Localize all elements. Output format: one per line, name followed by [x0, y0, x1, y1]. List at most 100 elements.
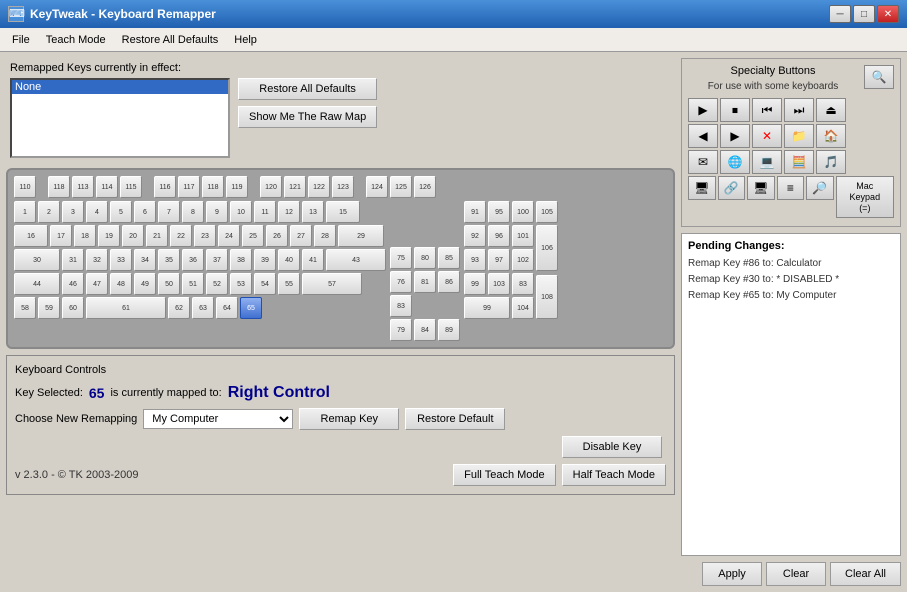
key-nav-84[interactable]: 84 — [414, 319, 436, 341]
key-3[interactable]: 3 — [62, 201, 84, 223]
spec-btn-monitor[interactable]: 🖥 — [688, 176, 716, 200]
key-119[interactable]: 119 — [226, 176, 248, 198]
key-58[interactable]: 58 — [14, 297, 36, 319]
key-43[interactable]: 43 — [326, 249, 386, 271]
key-2[interactable]: 2 — [38, 201, 60, 223]
key-64[interactable]: 64 — [216, 297, 238, 319]
key-113[interactable]: 113 — [72, 176, 94, 198]
close-button[interactable]: ✕ — [877, 5, 899, 23]
key-34[interactable]: 34 — [134, 249, 156, 271]
apply-button[interactable]: Apply — [702, 562, 762, 586]
key-np-91[interactable]: 91 — [464, 201, 486, 223]
menu-teach-mode[interactable]: Teach Mode — [38, 31, 114, 49]
mac-keypad-button[interactable]: MacKeypad (=) — [836, 176, 894, 218]
minimize-button[interactable]: ─ — [829, 5, 851, 23]
menu-help[interactable]: Help — [226, 31, 265, 49]
spec-btn-search[interactable]: 🔍 — [864, 65, 894, 89]
key-37[interactable]: 37 — [206, 249, 228, 271]
key-10[interactable]: 10 — [230, 201, 252, 223]
key-50[interactable]: 50 — [158, 273, 180, 295]
key-38[interactable]: 38 — [230, 249, 252, 271]
key-48[interactable]: 48 — [110, 273, 132, 295]
key-np-104[interactable]: 104 — [512, 297, 534, 319]
full-teach-mode-button[interactable]: Full Teach Mode — [453, 464, 556, 486]
key-np-102[interactable]: 102 — [512, 249, 534, 271]
spec-btn-prev[interactable]: ⏮ — [752, 98, 782, 122]
half-teach-mode-button[interactable]: Half Teach Mode — [562, 464, 666, 486]
key-22[interactable]: 22 — [170, 225, 192, 247]
key-32[interactable]: 32 — [86, 249, 108, 271]
key-52[interactable]: 52 — [206, 273, 228, 295]
menu-file[interactable]: File — [4, 31, 38, 49]
key-np-83b[interactable]: 83 — [512, 273, 534, 295]
key-1[interactable]: 1 — [14, 201, 36, 223]
key-118[interactable]: 118 — [48, 176, 70, 198]
key-6[interactable]: 6 — [134, 201, 156, 223]
key-nav-81[interactable]: 81 — [414, 271, 436, 293]
key-nav-86[interactable]: 86 — [438, 271, 460, 293]
key-61[interactable]: 61 — [86, 297, 166, 319]
key-9[interactable]: 9 — [206, 201, 228, 223]
key-125[interactable]: 125 — [390, 176, 412, 198]
spec-btn-pc[interactable]: 🖥 — [747, 176, 775, 200]
key-63[interactable]: 63 — [192, 297, 214, 319]
show-raw-map-button[interactable]: Show Me The Raw Map — [238, 106, 377, 128]
key-8[interactable]: 8 — [182, 201, 204, 223]
spec-btn-eject[interactable]: ⏏ — [816, 98, 846, 122]
remap-select[interactable]: My Computer Calculator Email Browser Hom… — [143, 409, 293, 429]
key-117[interactable]: 117 — [178, 176, 200, 198]
key-44[interactable]: 44 — [14, 273, 60, 295]
spec-btn-folder[interactable]: 📁 — [784, 124, 814, 148]
key-nav-79[interactable]: 79 — [390, 319, 412, 341]
key-nav-85[interactable]: 85 — [438, 247, 460, 269]
key-126[interactable]: 126 — [414, 176, 436, 198]
spec-btn-network[interactable]: 🔗 — [718, 176, 746, 200]
key-40[interactable]: 40 — [278, 249, 300, 271]
key-41[interactable]: 41 — [302, 249, 324, 271]
key-123[interactable]: 123 — [332, 176, 354, 198]
spec-btn-calc[interactable]: 🧮 — [784, 150, 814, 174]
key-31[interactable]: 31 — [62, 249, 84, 271]
remapped-list[interactable]: None — [10, 78, 230, 158]
key-53[interactable]: 53 — [230, 273, 252, 295]
key-24[interactable]: 24 — [218, 225, 240, 247]
key-15[interactable]: 15 — [326, 201, 360, 223]
key-np-103[interactable]: 103 — [488, 273, 510, 295]
key-5[interactable]: 5 — [110, 201, 132, 223]
spec-btn-close2[interactable]: ✕ — [752, 124, 782, 148]
key-55[interactable]: 55 — [278, 273, 300, 295]
key-28[interactable]: 28 — [314, 225, 336, 247]
key-122[interactable]: 122 — [308, 176, 330, 198]
key-116[interactable]: 116 — [154, 176, 176, 198]
key-110[interactable]: 110 — [14, 176, 36, 198]
spec-btn-web[interactable]: 🌐 — [720, 150, 750, 174]
spec-btn-magnify[interactable]: 🔎 — [806, 176, 834, 200]
restore-all-defaults-button[interactable]: Restore All Defaults — [238, 78, 377, 100]
key-46[interactable]: 46 — [62, 273, 84, 295]
key-np-99b[interactable]: 99 — [464, 297, 510, 319]
key-18[interactable]: 18 — [74, 225, 96, 247]
key-118b[interactable]: 118 — [202, 176, 224, 198]
remap-key-button[interactable]: Remap Key — [299, 408, 399, 430]
key-np-108b[interactable]: 108 — [536, 275, 558, 319]
key-25[interactable]: 25 — [242, 225, 264, 247]
key-20[interactable]: 20 — [122, 225, 144, 247]
key-np-105[interactable]: 105 — [536, 201, 558, 223]
spec-btn-forward[interactable]: ▶ — [720, 124, 750, 148]
clear-button[interactable]: Clear — [766, 562, 826, 586]
key-7[interactable]: 7 — [158, 201, 180, 223]
key-114[interactable]: 114 — [96, 176, 118, 198]
restore-default-button[interactable]: Restore Default — [405, 408, 505, 430]
key-115[interactable]: 115 — [120, 176, 142, 198]
key-nav-76[interactable]: 76 — [390, 271, 412, 293]
key-12[interactable]: 12 — [278, 201, 300, 223]
key-np-100[interactable]: 100 — [512, 201, 534, 223]
key-11[interactable]: 11 — [254, 201, 276, 223]
spec-btn-home[interactable]: 🏠 — [816, 124, 846, 148]
key-33[interactable]: 33 — [110, 249, 132, 271]
key-nav-80[interactable]: 80 — [414, 247, 436, 269]
spec-btn-bars[interactable]: ≡ — [777, 176, 805, 200]
spec-btn-media[interactable]: 🎵 — [816, 150, 846, 174]
key-17[interactable]: 17 — [50, 225, 72, 247]
key-16[interactable]: 16 — [14, 225, 48, 247]
